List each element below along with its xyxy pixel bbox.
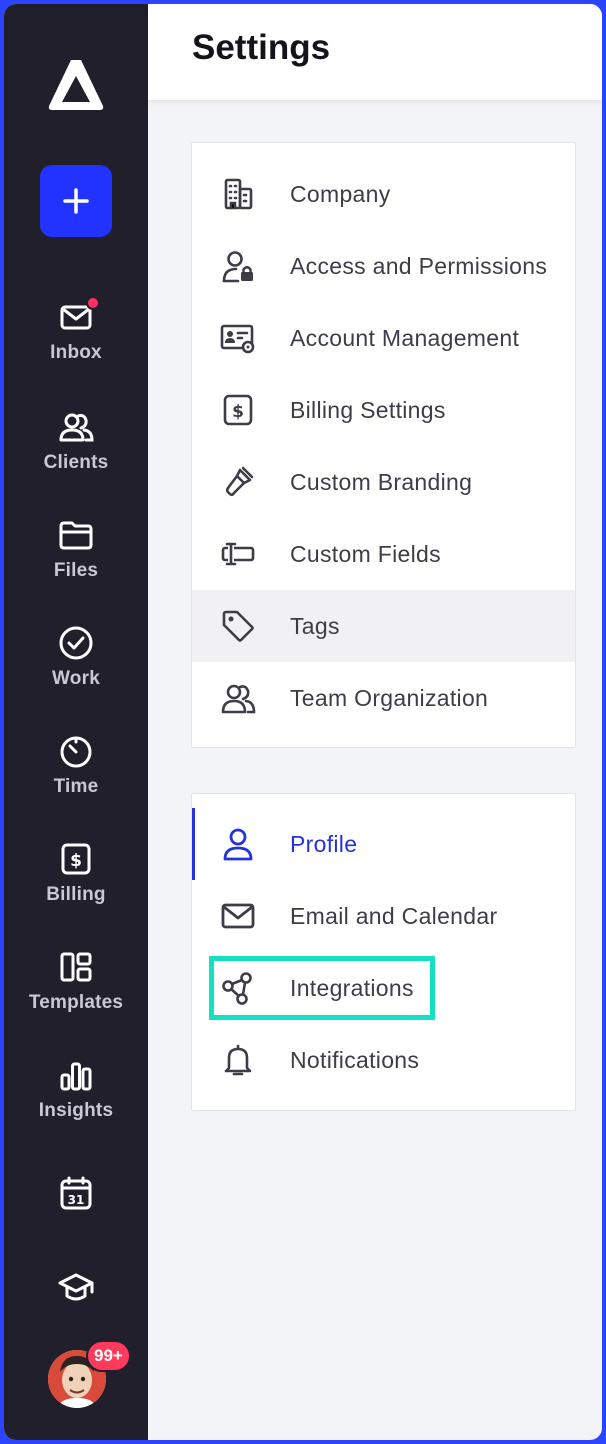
graduation-cap-icon [58, 1273, 94, 1301]
settings-item-label: Tags [290, 612, 340, 639]
check-circle-icon [59, 626, 93, 660]
sidebar-item-academy[interactable] [4, 1268, 148, 1306]
settings-item-label: Company [290, 180, 391, 207]
unread-dot [86, 296, 100, 310]
settings-item-custom-fields[interactable]: Custom Fields [192, 518, 575, 590]
calendar-icon: 31 [60, 1176, 92, 1210]
sidebar-item-files[interactable]: Files [4, 516, 148, 582]
settings-item-label: Notifications [290, 1046, 420, 1073]
settings-item-tags[interactable]: Tags [192, 590, 575, 662]
sidebar-item-label: Templates [28, 992, 124, 1013]
users-icon [59, 413, 94, 442]
settings-item-notifications[interactable]: Notifications [192, 1024, 575, 1096]
team-icon [218, 678, 258, 718]
text-field-icon [218, 534, 258, 574]
paint-brush-icon [218, 462, 258, 502]
plus-icon [63, 188, 89, 214]
sidebar-item-work[interactable]: Work [4, 624, 148, 690]
timer-icon [60, 736, 92, 768]
sidebar: Inbox Clients Files Work Time $ Billing … [4, 4, 148, 1440]
settings-item-label: Email and Calendar [290, 902, 498, 929]
user-lock-icon [218, 246, 258, 286]
sidebar-item-billing[interactable]: $ Billing [4, 840, 148, 906]
sidebar-item-label: Inbox [50, 342, 102, 363]
settings-item-company[interactable]: Company [192, 158, 575, 230]
app-window: Inbox Clients Files Work Time $ Billing … [4, 4, 602, 1440]
svg-text:$: $ [70, 851, 82, 871]
tag-icon [218, 606, 258, 646]
dollar-square-icon: $ [218, 390, 258, 430]
settings-item-label: Account Management [290, 324, 520, 351]
mail-icon [218, 896, 258, 936]
page-header: Settings [148, 4, 602, 100]
new-item-button[interactable] [40, 165, 112, 237]
settings-item-account-management[interactable]: Account Management [192, 302, 575, 374]
templates-icon [60, 952, 92, 982]
settings-item-access-permissions[interactable]: Access and Permissions [192, 230, 575, 302]
sidebar-item-calendar[interactable]: 31 [4, 1174, 148, 1212]
user-icon [218, 824, 258, 864]
settings-item-profile[interactable]: Profile [192, 808, 575, 880]
sidebar-item-label: Insights [38, 1100, 114, 1121]
page-title: Settings [192, 28, 331, 67]
sidebar-item-insights[interactable]: Insights [4, 1056, 148, 1122]
app-logo-icon[interactable] [47, 56, 105, 112]
settings-item-team-organization[interactable]: Team Organization [192, 662, 575, 734]
bell-icon [218, 1040, 258, 1080]
sidebar-item-label: Work [52, 668, 100, 689]
sidebar-item-label: Time [53, 776, 99, 797]
folder-icon [59, 521, 93, 550]
settings-item-label: Custom Fields [290, 540, 441, 567]
firm-settings-menu: Company Access and Permissions Account M… [191, 142, 576, 748]
sidebar-item-label: Files [53, 560, 99, 581]
notification-count-badge: 99+ [86, 1340, 131, 1372]
sidebar-item-clients[interactable]: Clients [4, 408, 148, 474]
integrations-highlight-box [209, 956, 435, 1020]
settings-item-custom-branding[interactable]: Custom Branding [192, 446, 575, 518]
settings-item-email-calendar[interactable]: Email and Calendar [192, 880, 575, 952]
settings-item-label: Access and Permissions [290, 252, 548, 279]
settings-item-label: Team Organization [290, 684, 489, 711]
sidebar-item-templates[interactable]: Templates [4, 948, 148, 1014]
id-card-gear-icon [218, 318, 258, 358]
sidebar-item-inbox[interactable]: Inbox [4, 296, 148, 364]
settings-item-label: Custom Branding [290, 468, 473, 495]
settings-item-billing-settings[interactable]: $ Billing Settings [192, 374, 575, 446]
sidebar-item-label: Clients [43, 452, 109, 473]
personal-settings-menu: Profile Email and Calendar Integrations … [191, 793, 576, 1111]
sidebar-item-time[interactable]: Time [4, 732, 148, 798]
svg-text:$: $ [232, 402, 244, 422]
dollar-square-icon: $ [61, 843, 91, 875]
calendar-day: 31 [68, 1193, 85, 1207]
building-icon [218, 174, 258, 214]
bar-chart-icon [60, 1062, 92, 1091]
settings-item-label: Profile [290, 830, 358, 857]
sidebar-item-label: Billing [46, 884, 106, 905]
settings-item-label: Billing Settings [290, 396, 446, 423]
